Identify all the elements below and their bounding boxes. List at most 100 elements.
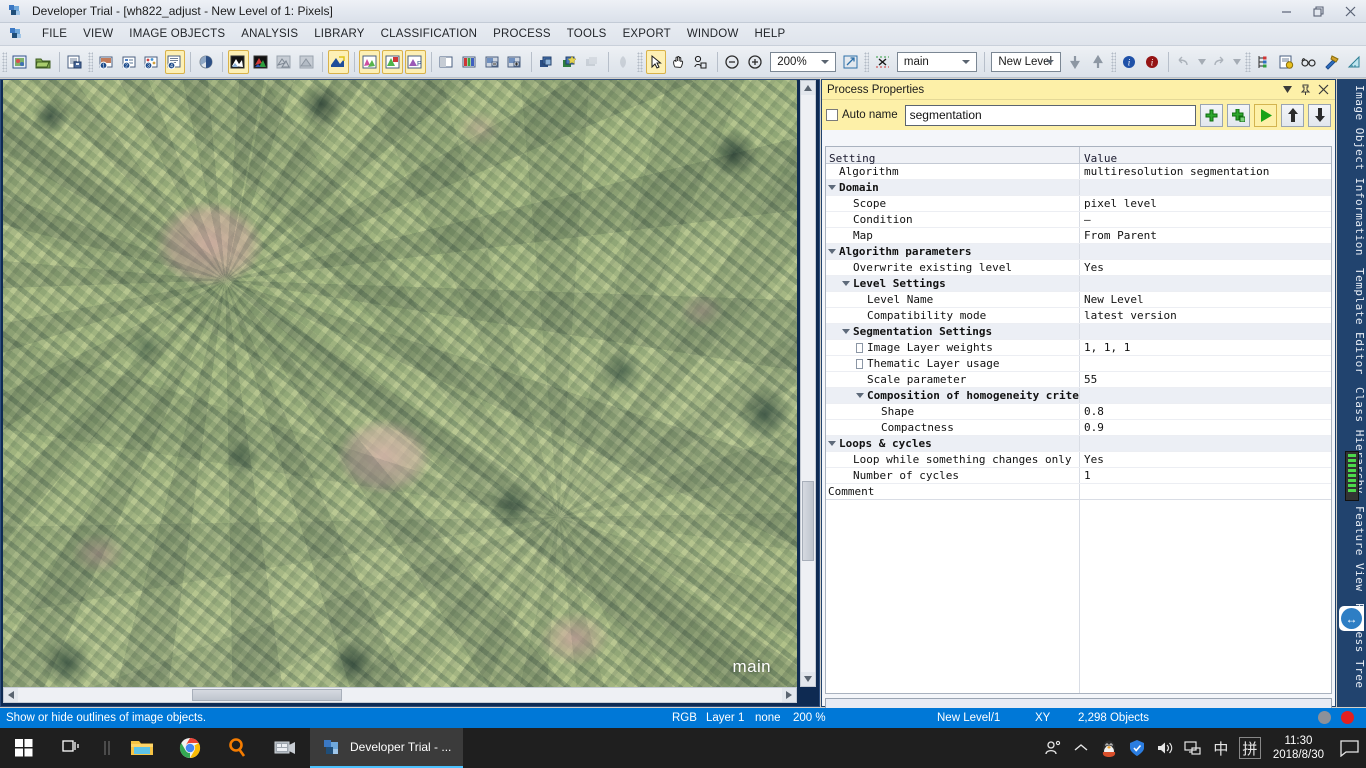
add-child-process-button[interactable] — [1227, 103, 1250, 127]
table-row[interactable]: Composition of homogeneity criterion — [826, 388, 1331, 404]
process-name-input[interactable]: segmentation — [904, 104, 1196, 126]
twisty-expanded-icon[interactable] — [828, 249, 839, 254]
view-settings-glasses-icon[interactable] — [1299, 50, 1320, 74]
tab-template-editor[interactable]: Template Editor — [1337, 262, 1366, 381]
cursor-select-icon[interactable] — [645, 49, 667, 74]
start-icon[interactable] — [0, 728, 48, 768]
toolbar-grip-5[interactable] — [1111, 51, 1117, 72]
vertical-scroll-thumb[interactable] — [802, 481, 814, 561]
pan-hand-icon[interactable] — [668, 50, 689, 74]
screen-recorder-icon[interactable] — [262, 728, 310, 768]
tools-hammer-icon[interactable] — [1322, 50, 1343, 74]
scroll-down-arrow-icon[interactable] — [801, 672, 815, 686]
taskbar-clock[interactable]: 11:30 2018/8/30 — [1265, 734, 1332, 762]
level-up-arrow-icon[interactable] — [1088, 50, 1109, 74]
expand-panel-button[interactable]: ↔ — [1339, 606, 1364, 631]
level-down-arrow-icon[interactable] — [1065, 50, 1086, 74]
toolbar-grip-6[interactable] — [1245, 51, 1251, 72]
people-icon[interactable] — [1039, 728, 1067, 768]
minimize-button[interactable] — [1270, 0, 1302, 23]
table-row[interactable]: Scope pixel level — [826, 196, 1331, 212]
zoom-level-combo[interactable]: 200% — [770, 51, 837, 72]
twisty-expanded-icon[interactable] — [828, 185, 839, 190]
ime-chinese-icon[interactable]: 中 — [1207, 728, 1235, 768]
pixel-view-icon[interactable] — [196, 50, 217, 74]
table-row[interactable]: Scale parameter 55 — [826, 372, 1331, 388]
samples-icon[interactable] — [382, 49, 403, 74]
process-settings-icon[interactable] — [1276, 50, 1297, 74]
ime-pinyin-icon[interactable]: 拼 — [1238, 737, 1261, 759]
image-vertical-scrollbar[interactable] — [800, 80, 816, 687]
menu-process[interactable]: PROCESS — [485, 25, 559, 43]
security-shield-icon[interactable] — [1123, 728, 1151, 768]
zoom-in-icon[interactable] — [746, 50, 767, 74]
mixed-layers-icon[interactable] — [559, 50, 580, 74]
table-row[interactable]: Overwrite existing level Yes — [826, 260, 1331, 276]
info-blue-icon[interactable]: i — [1119, 50, 1140, 74]
tab-feature-view[interactable]: Feature View — [1337, 500, 1366, 597]
scroll-up-arrow-icon[interactable] — [801, 81, 815, 95]
close-button[interactable] — [1334, 0, 1366, 23]
split-view-icon[interactable] — [437, 50, 458, 74]
file-explorer-icon[interactable] — [118, 728, 166, 768]
chrome-icon[interactable] — [166, 728, 214, 768]
twisty-expanded-icon[interactable] — [842, 329, 853, 334]
twisty-expanded-icon[interactable] — [828, 441, 839, 446]
twisty-expanded-icon[interactable] — [842, 281, 853, 286]
toolbar-grip-2[interactable] — [88, 51, 94, 72]
search-icon[interactable] — [214, 728, 262, 768]
twisty-collapsed-icon[interactable] — [856, 358, 867, 369]
pixel-classify-icon[interactable]: P — [405, 49, 426, 74]
scroll-right-arrow-icon[interactable] — [782, 688, 796, 702]
process-settings-table[interactable]: Setting Value Algorithm multiresolution s… — [825, 146, 1332, 694]
menu-window[interactable]: WINDOW — [679, 25, 747, 43]
table-row[interactable]: Condition — — [826, 212, 1331, 228]
toolbar-grip-3[interactable] — [637, 51, 643, 72]
map-select-combo[interactable]: main — [896, 51, 977, 72]
hide-outlines-icon[interactable] — [872, 50, 893, 74]
scroll-left-arrow-icon[interactable] — [4, 688, 18, 702]
move-up-button[interactable] — [1281, 103, 1304, 127]
zoom-in-region-icon[interactable] — [505, 50, 526, 74]
table-row[interactable]: Loop while something changes only Yes — [826, 452, 1331, 468]
info-red-icon[interactable]: i — [1142, 50, 1163, 74]
menu-image-objects[interactable]: IMAGE OBJECTS — [121, 25, 233, 43]
menu-view[interactable]: VIEW — [75, 25, 121, 43]
table-row[interactable]: Loops & cycles — [826, 436, 1331, 452]
menu-analysis[interactable]: ANALYSIS — [233, 25, 306, 43]
table-row[interactable]: Compactness 0.9 — [826, 420, 1331, 436]
move-down-button[interactable] — [1308, 103, 1331, 127]
transparent-view-icon[interactable] — [296, 50, 317, 74]
view-classification-icon[interactable]: 3 — [142, 50, 163, 74]
open-folder-icon[interactable] — [33, 50, 54, 74]
outline-view-icon[interactable] — [273, 50, 294, 74]
menu-help[interactable]: HELP — [747, 25, 794, 43]
panel-menu-chevron-icon[interactable] — [1279, 82, 1295, 98]
toolbar-grip-4[interactable] — [864, 51, 870, 72]
image-horizontal-scrollbar[interactable] — [3, 687, 797, 703]
rgb-channels-icon[interactable] — [459, 50, 480, 74]
layer-view-icon[interactable] — [227, 49, 249, 74]
view-layer-1-icon[interactable]: 1 — [96, 50, 117, 74]
classification-view-icon[interactable] — [251, 50, 272, 74]
qq-penguin-icon[interactable] — [1095, 728, 1123, 768]
action-center-icon[interactable] — [1332, 728, 1366, 768]
add-process-button[interactable] — [1200, 103, 1223, 127]
thematic-layer-icon[interactable] — [359, 49, 381, 74]
zoom-out-region-icon[interactable] — [482, 50, 503, 74]
measure-tool-icon[interactable] — [1345, 50, 1366, 74]
select-objects-icon[interactable] — [691, 50, 712, 74]
toolbar-grip[interactable] — [2, 51, 8, 72]
maximize-button[interactable] — [1302, 0, 1334, 23]
tab-image-object-information[interactable]: Image Object Information — [1337, 79, 1366, 262]
volume-icon[interactable] — [1151, 728, 1179, 768]
menu-tools[interactable]: TOOLS — [559, 25, 615, 43]
layers-stack-icon[interactable] — [537, 50, 558, 74]
table-row[interactable]: Number of cycles 1 — [826, 468, 1331, 484]
twisty-collapsed-icon[interactable] — [856, 342, 867, 353]
taskbar-app-developer-trial[interactable]: Developer Trial - ... — [310, 728, 464, 768]
open-project-icon[interactable] — [10, 50, 31, 74]
table-row[interactable]: Image Layer weights 1, 1, 1 — [826, 340, 1331, 356]
horizontal-scroll-thumb[interactable] — [192, 689, 342, 701]
table-row[interactable]: Map From Parent — [826, 228, 1331, 244]
